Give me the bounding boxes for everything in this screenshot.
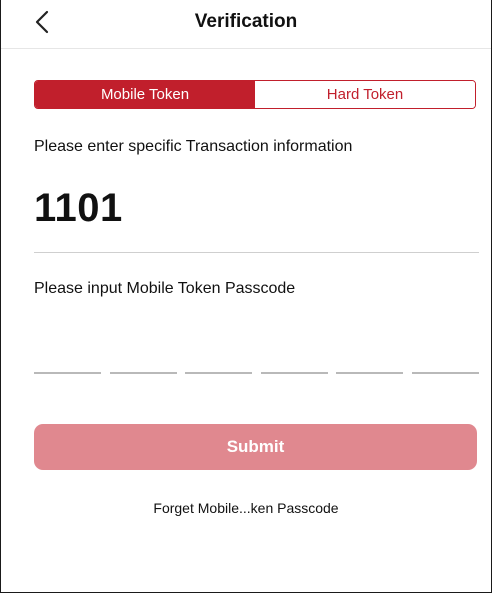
forget-passcode-link[interactable]: Forget Mobile...ken Passcode — [1, 500, 491, 516]
tab-mobile-token[interactable]: Mobile Token — [35, 81, 255, 108]
transaction-prompt: Please enter specific Transaction inform… — [34, 138, 353, 155]
submit-button[interactable]: Submit — [34, 424, 477, 470]
tab-hard-token[interactable]: Hard Token — [255, 81, 475, 108]
divider — [34, 252, 479, 253]
passcode-digit-field[interactable] — [34, 358, 101, 374]
token-type-selector: Mobile Token Hard Token — [34, 80, 476, 109]
page-title: Verification — [194, 11, 298, 32]
screen: Verification Mobile Token Hard Token Ple… — [0, 0, 492, 593]
passcode-digit-field[interactable] — [336, 358, 404, 374]
transaction-code: 1101 — [34, 186, 123, 230]
passcode-digit-field[interactable] — [411, 358, 479, 374]
passcode-prompt: Please input Mobile Token Passcode — [34, 280, 296, 297]
passcode-digit-field[interactable] — [109, 358, 177, 374]
nav-header: Verification — [1, 0, 491, 49]
passcode-input — [34, 358, 479, 374]
passcode-digit-field[interactable] — [185, 358, 253, 374]
passcode-digit-field[interactable] — [260, 358, 328, 374]
